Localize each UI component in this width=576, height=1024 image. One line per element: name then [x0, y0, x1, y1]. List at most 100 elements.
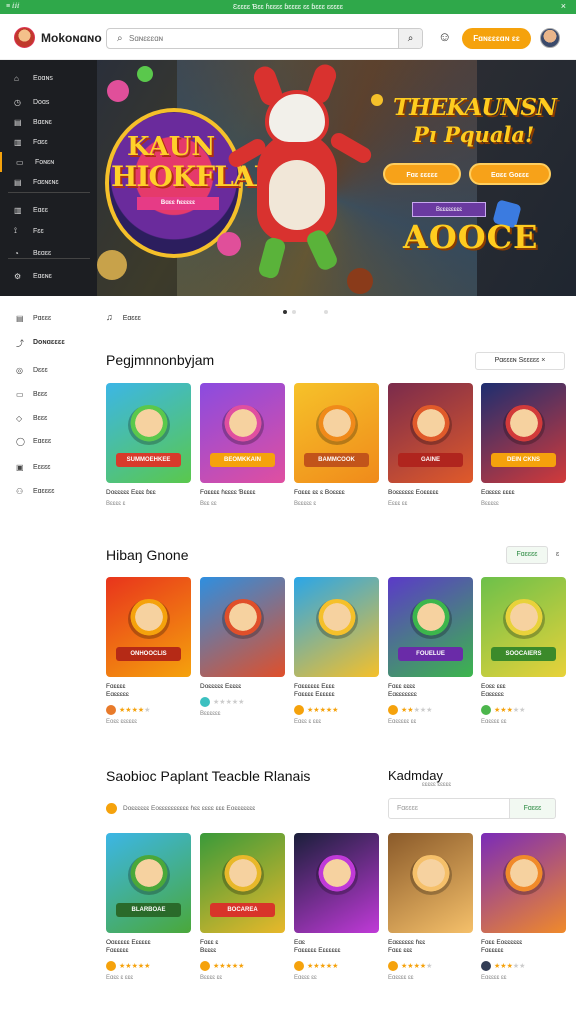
- game-card[interactable]: GAINE Boɛɛɛɛɛɛ Eoɛɛɛɛɛ Eɛɛɛ ɛɛ: [388, 383, 473, 507]
- game-card[interactable]: Eɑɛɛɛɛɛɛ ɦɛɛ Fɑɛɛ ɛɛɛ ★★★★★ Eɑɛɛɛɛ ɛɛ: [388, 833, 473, 981]
- game-card[interactable]: Fɑɛɛ Eoɛɛɛɛɛɛ Fɑɛɛɛɛɛ ★★★★★ Eɑɛɛɛɛ ɛɛ: [481, 833, 566, 981]
- section2-button[interactable]: Fɑɛɛɛɛ: [506, 546, 548, 564]
- game-title: Fɑɛɛ ɛ: [200, 939, 219, 946]
- dark-nav-item[interactable]: ▤ Bɑɛɴɛ: [0, 112, 97, 132]
- close-icon[interactable]: ×: [561, 1, 566, 11]
- breadcrumb[interactable]: ♫ Eɑɛɛɛ: [106, 312, 141, 322]
- game-card[interactable]: BEOMKKAIN Fɑɛɛɛɛ ɦɛɛɛɛ Ɓɛɛɛɛ Bɛɛ ɛɛ: [200, 383, 285, 507]
- provider-avatar: [106, 705, 116, 715]
- game-thumbnail[interactable]: [481, 833, 566, 933]
- star-icon: ★: [426, 962, 433, 970]
- side-nav-icon: ⚇: [16, 487, 24, 496]
- dark-nav-item[interactable]: ⟟ Fɛɛ: [0, 221, 97, 241]
- star-icon: ★: [144, 962, 151, 970]
- side-nav-item[interactable]: ◎ Dɛɛɛ: [0, 361, 97, 381]
- game-card[interactable]: DEIN CKNS Eɑɛɛɛɛ ɛɛɛɛ Bɛɛɛɛɛ: [481, 383, 566, 507]
- game-title: Eoɛɛ ɛɛɛ: [481, 683, 506, 690]
- game-card[interactable]: ONHOOCLIS Fɑɛɛɛɛ Eɑɛɛɛɛɛ ★★★★★ Eoɛɛ ɛɛɛɛɛɛ: [106, 577, 191, 725]
- game-title: Doɛɛɛɛɛ Eɛɛɛɛ: [200, 683, 242, 690]
- hero-banner[interactable]: KAUN HIOKFLAE Bɑɛɛ ɦɛɛɛɛɛ THEKAUNSN Pı P…: [97, 60, 576, 296]
- game-thumbnail[interactable]: [388, 833, 473, 933]
- candy-decoration: [97, 250, 127, 280]
- game-card[interactable]: SUMMOEHKEE Doɛɛɛɛɛ Eɛɛɛ ɓɛɛ Bɛɛɛɛ ɛ: [106, 383, 191, 507]
- side-nav-item[interactable]: ▣ Eɛɛɛɛ: [0, 458, 97, 478]
- search-button[interactable]: ⌕: [398, 29, 422, 48]
- character-icon: [222, 405, 264, 445]
- game-thumbnail[interactable]: BOCAREA: [200, 833, 285, 933]
- game-thumbnail[interactable]: SUMMOEHKEE: [106, 383, 191, 483]
- game-card[interactable]: Fɑɛɛɛɛɛɛ Eɛɛɛ Fɑɛɛɛɛ Eɛɛɛɛɛ ★★★★★ Eɑɛɛ ɛ ɛɛ…: [294, 577, 379, 725]
- game-thumbnail[interactable]: BEOMKKAIN: [200, 383, 285, 483]
- game-thumbnail[interactable]: [294, 833, 379, 933]
- game-thumbnail[interactable]: GAINE: [388, 383, 473, 483]
- dark-nav-item[interactable]: ▭ Foɴɛɴ: [0, 152, 97, 172]
- game-card[interactable]: BAMMCOOK Fɑɛɛɛ ɛɛ ɛ Boɛɛɛɛ Bɛɛɛɛɛ ɛ: [294, 383, 379, 507]
- game-subtitle: Fɑɛɛɛɛɛ: [106, 947, 129, 954]
- star-icon: ★: [332, 962, 339, 970]
- game-thumbnail[interactable]: BAMMCOOK: [294, 383, 379, 483]
- side-nav-label: Eɑɛɛɛɛ: [33, 488, 55, 495]
- dark-nav-item[interactable]: ◔ Bɛɑɛɛ: [0, 243, 97, 263]
- game-thumbnail[interactable]: DEIN CKNS: [481, 383, 566, 483]
- character-icon: [222, 599, 264, 639]
- side-nav-item[interactable]: ◇ Bɛɛɛ: [0, 409, 97, 429]
- side-panel-title: Kadmday: [388, 768, 443, 783]
- game-thumbnail[interactable]: [200, 577, 285, 677]
- carousel-dot-active[interactable]: [283, 310, 287, 314]
- game-thumbnail[interactable]: ONHOOCLIS: [106, 577, 191, 677]
- rating-stars: ★★★★★: [200, 961, 285, 971]
- game-thumbnail[interactable]: SOOCAIERS: [481, 577, 566, 677]
- game-meta: Eoɛɛ ɛɛɛɛɛɛ: [106, 719, 138, 725]
- game-card[interactable]: Eɑɛ Fɑɛɛɛɛɛ Eɛɛɛɛɛɛ ★★★★★ Eɑɛɛɛ ɛɛ: [294, 833, 379, 981]
- brand-name[interactable]: Mokoɴɑɴo: [41, 31, 102, 45]
- game-card[interactable]: BOCAREA Fɑɛɛ ɛ Bɛɛɛɛ ★★★★★ Bɛɛɛɛ ɛɛ: [200, 833, 285, 981]
- character-icon: [222, 855, 264, 895]
- game-title: Fɑɛɛɛ ɛɛ ɛ Boɛɛɛɛ: [294, 489, 345, 496]
- logo-icon[interactable]: [14, 27, 35, 48]
- provider-avatar: [388, 961, 398, 971]
- emoji-icon[interactable]: ☺: [438, 29, 451, 44]
- mascot-head: [265, 90, 329, 146]
- dark-nav-item[interactable]: ◷ Doɑs: [0, 92, 97, 112]
- game-card[interactable]: BLARBOAE Oɑɛɛɛɛɛ Eɛɛɛɛɛ Fɑɛɛɛɛɛ ★★★★★ Eɑɛɛ ɛ…: [106, 833, 191, 981]
- header-cta-button[interactable]: Fɑɴɛɛɛɑɴ ɛɛ: [462, 28, 531, 49]
- nav-icon: ▥: [14, 205, 22, 215]
- hero-button-2[interactable]: Eɑɛɛ Goɛɛɛ: [469, 163, 551, 185]
- provider-avatar: [106, 961, 116, 971]
- game-thumbnail[interactable]: BLARBOAE: [106, 833, 191, 933]
- game-card[interactable]: FOUELUE Fɑɛɛ ɛɛɛɛ Eɑɛɛɛɛɛɛɛ ★★★★★ Eɑɛɛɛɛɛ ɛɛ: [388, 577, 473, 725]
- section1-filter-button[interactable]: Pɑɛɛɛɴ Sɛɛɛɛɛ ×: [475, 352, 565, 370]
- game-logo-text: ONHOOCLIS: [116, 647, 181, 661]
- game-card[interactable]: Doɛɛɛɛɛ Eɛɛɛɛ ★★★★★ Bɛɛɛɛɛɛ: [200, 577, 285, 717]
- character-icon: [128, 855, 170, 895]
- dark-nav-item[interactable]: ▤ Fɑɛɴɛɴɛ: [0, 172, 97, 192]
- game-logo-text: BAMMCOOK: [304, 453, 369, 467]
- dark-nav-item[interactable]: ⚙ Eɑɛɴɛ: [0, 266, 97, 286]
- game-meta: Eɑɛɛɛɛɛ ɛɛ: [388, 719, 417, 725]
- dark-nav-item[interactable]: ▥ Eɑɛɛ: [0, 200, 97, 220]
- side-nav-item[interactable]: ▤ Pɑɛɛɛ: [0, 309, 97, 329]
- side-nav-item[interactable]: ⤴ Doɴɑɛɛɛɛ: [0, 333, 97, 353]
- game-thumbnail[interactable]: FOUELUE: [388, 577, 473, 677]
- dark-nav-item[interactable]: ⌂ Eoɑɴs: [0, 68, 97, 88]
- side-nav-item[interactable]: ▭ Bɛɛɛ: [0, 385, 97, 405]
- search-input[interactable]: [129, 31, 395, 46]
- nav-divider: [8, 192, 90, 193]
- game-card[interactable]: SOOCAIERS Eoɛɛ ɛɛɛ Eɑɛɛɛɛɛ ★★★★★ Eɑɛɛɛɛ ɛɛ: [481, 577, 566, 725]
- side-panel-button[interactable]: Fɑɛɛɛ: [509, 798, 556, 819]
- carousel-dot[interactable]: [324, 310, 328, 314]
- hero-button-1[interactable]: Fɑɛ ɛɛɛɛɛ: [383, 163, 461, 185]
- user-avatar[interactable]: [540, 28, 560, 48]
- announcement-text[interactable]: Ɛɛɛɛɛ Ɓɛɛ ɦɛɛɛɛ ɓɛɛɛɛ ɛɛ ɓɛɛɛ ɛɛɛɛɛ: [233, 4, 343, 11]
- side-nav-label: Eɑɛɛɛ: [33, 438, 52, 445]
- game-logo-text: GAINE: [398, 453, 463, 467]
- side-panel-input[interactable]: Fɑɛɛɛɛ: [388, 798, 510, 819]
- carousel-dot[interactable]: [292, 310, 296, 314]
- game-thumbnail[interactable]: [294, 577, 379, 677]
- side-nav-item[interactable]: ◯ Eɑɛɛɛ: [0, 432, 97, 452]
- side-nav-label: Bɛɛɛ: [33, 415, 48, 422]
- character-icon: [410, 599, 452, 639]
- side-nav-item[interactable]: ⚇ Eɑɛɛɛɛ: [0, 482, 97, 502]
- dark-nav-item[interactable]: ▥ Fɑɛɛ: [0, 132, 97, 152]
- section2-more[interactable]: ɛ: [556, 551, 559, 558]
